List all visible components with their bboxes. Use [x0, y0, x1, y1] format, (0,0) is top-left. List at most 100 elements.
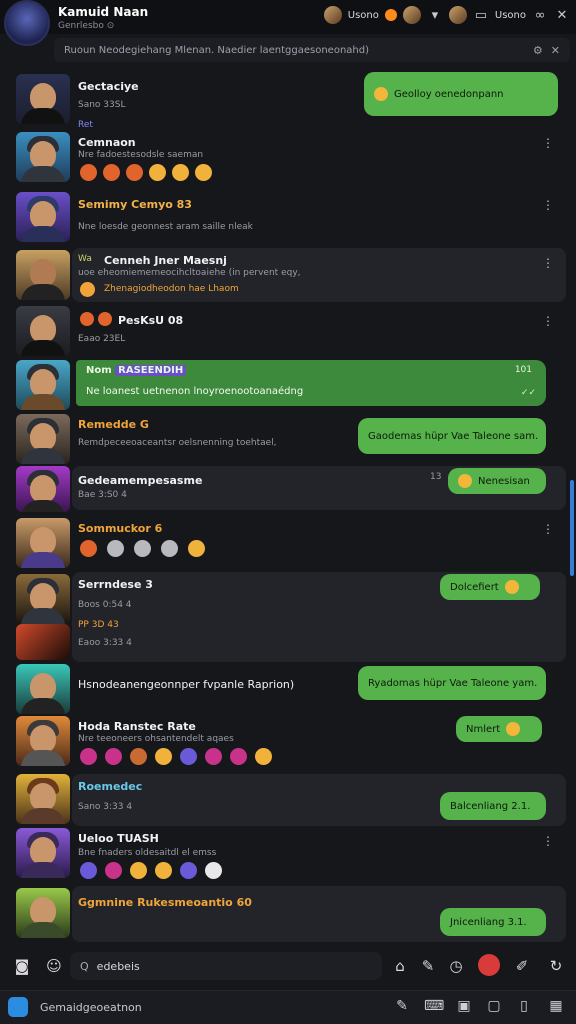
emoji-icon [80, 748, 97, 765]
profile-avatar[interactable] [4, 0, 50, 46]
list-item[interactable]: Hsnodeanengeonnper fvpanle Raprion) Ryad… [0, 664, 566, 716]
emoji-icon[interactable]: ☺ [44, 957, 64, 975]
list-item[interactable]: Sommuckor 6 ⋮ [0, 518, 566, 572]
list-item[interactable]: Gedeamempesasme Bae 3:S0 4 13 Nenesisan [0, 466, 566, 514]
link-icon[interactable]: ∞ [532, 8, 548, 23]
close-icon[interactable]: ✕ [554, 8, 570, 23]
list-item[interactable]: Cemnaon Nre fadoestesodsle saeman ⋮ [0, 130, 566, 186]
clock-icon[interactable]: ◷ [446, 957, 466, 975]
close-icon[interactable]: ✕ [551, 44, 560, 57]
camera-icon[interactable]: ▭ [473, 8, 489, 23]
emoji-icon [126, 164, 143, 181]
emoji-icon [107, 540, 124, 557]
chevron-down-icon[interactable]: ▾ [427, 8, 443, 23]
emoji-icon [374, 87, 388, 101]
list-item[interactable]: Ueloo TUASH Bne fnaders oldesaitdl el em… [0, 828, 566, 884]
list-item[interactable]: Gectaciye Sano 33SL Ret Geolloy oenedonp… [0, 72, 566, 130]
more-icon[interactable]: ⋮ [542, 522, 554, 536]
home-icon[interactable]: ⌂ [390, 957, 410, 975]
lock-icon[interactable]: ▢ [484, 998, 504, 1014]
contact-name: Hsnodeanengeonnper fvpanle Raprion) [78, 678, 295, 691]
scrollbar[interactable] [570, 480, 574, 576]
list-item[interactable]: Roemedec Sano 3:33 4 Balcenliang 2.1. [0, 774, 566, 828]
more-icon[interactable]: ⋮ [542, 314, 554, 328]
emoji-row [80, 312, 112, 326]
emoji-icon [80, 164, 97, 181]
contact-name: Cenneh Jner Maesnj [104, 254, 227, 267]
list-item[interactable]: Nom RASEENDIH Ne loanest uetnenon lnoyro… [0, 360, 566, 412]
avatar [16, 306, 70, 356]
emoji-icon [155, 862, 172, 879]
message-preview-2: Zhenagiodheodon hae Lhaom [104, 284, 239, 294]
square-icon[interactable]: ▯ [514, 998, 534, 1014]
emoji-row [80, 748, 272, 765]
edit-icon[interactable]: ✐ [512, 957, 532, 975]
highlight-message[interactable]: Nom RASEENDIH Ne loanest uetnenon lnoyro… [76, 360, 546, 406]
avatar [16, 774, 70, 824]
avatar [16, 360, 70, 410]
contact-name: Sommuckor 6 [78, 522, 163, 535]
emoji-icon [504, 580, 519, 594]
emoji-icon [205, 862, 222, 879]
list-item[interactable]: Ggmnine Rukesmeoantio 60 Jnicenliang 3.1… [0, 886, 566, 942]
search-placeholder: Ruoun Neodegiehang Mlenan. Naedier laent… [64, 44, 369, 56]
participant-avatar-3[interactable] [448, 6, 467, 24]
emoji-icon [255, 748, 272, 765]
refresh-icon[interactable]: ↻ [546, 957, 566, 975]
emoji-icon [230, 748, 247, 765]
list-item[interactable]: Hoda Ranstec Rate Nre teeoneers ohsanten… [0, 716, 566, 772]
avatar [16, 716, 70, 766]
contact-name: Hoda Ranstec Rate [78, 720, 196, 733]
message-bubble[interactable]: Balcenliang 2.1. [440, 792, 546, 820]
message-bubble[interactable]: Jnicenliang 3.1. [440, 908, 546, 936]
contact-name: Ggmnine Rukesmeoantio 60 [78, 896, 252, 909]
camera-icon[interactable]: ◙ [12, 957, 32, 975]
message-bubble[interactable]: Nmlert [456, 716, 542, 742]
keyboard-icon[interactable]: ⌨ [424, 998, 444, 1014]
message-time: Bae 3:S0 4 [78, 490, 127, 500]
message-bubble[interactable]: Gaodemas hüpr Vae Taleone sam. [358, 418, 546, 454]
contact-name: PesKsU 08 [118, 314, 184, 327]
avatar-secondary [16, 624, 70, 660]
settings-icon[interactable]: ⚙ [533, 44, 543, 57]
more-icon[interactable]: ⋮ [542, 834, 554, 848]
more-icon[interactable]: ⋮ [542, 136, 554, 150]
search-icon: Q [80, 959, 89, 973]
emoji-icon [80, 540, 97, 557]
record-icon[interactable] [478, 954, 500, 976]
message-bubble[interactable]: Dolcefiert [440, 574, 540, 600]
emoji-icon [103, 164, 120, 181]
app-icon[interactable] [8, 997, 28, 1017]
list-item[interactable]: Serrndese 3 Boos 0:54 4 PP 3D 43 Eaoo 3:… [0, 572, 566, 664]
contact-name: Roemedec [78, 780, 143, 793]
message-input[interactable]: Q edebeis [70, 952, 382, 980]
more-icon[interactable]: ⋮ [542, 198, 554, 212]
list-item[interactable]: Wa Cenneh Jner Maesnj uoe eheomiemerneoc… [0, 248, 566, 304]
pen-icon[interactable]: ✎ [418, 957, 438, 975]
message-bubble[interactable]: Ryadomas hüpr Vae Taleone yam. [358, 666, 546, 700]
contact-name: Semimy Cemyo 83 [78, 198, 192, 211]
message-preview: Remdpeceeoaceantsr oelsnenning toehtael, [78, 438, 277, 448]
message-bubble[interactable]: Geolloy oenedonpann [364, 72, 558, 116]
list-item[interactable]: PesKsU 08 Eaao 23EL ⋮ [0, 306, 566, 360]
participant-label-2: Usono [494, 9, 526, 21]
prefix-label: Nom [86, 365, 112, 376]
avatar [16, 192, 70, 242]
contact-name: Remedde G [78, 418, 149, 431]
grid-icon[interactable]: ▦ [546, 998, 566, 1014]
participant-avatar-2[interactable] [402, 6, 421, 24]
search-bar[interactable]: Ruoun Neodegiehang Mlenan. Naedier laent… [54, 38, 570, 62]
contact-name: Serrndese 3 [78, 578, 153, 591]
message-bubble[interactable]: Nenesisan [448, 468, 546, 494]
participant-avatar[interactable] [323, 6, 342, 24]
avatar [16, 74, 70, 124]
compose-icon[interactable]: ✎ [392, 998, 412, 1014]
prefix-label: Wa [78, 254, 92, 264]
message-time: Sano 3:33 4 [78, 802, 133, 812]
emoji-icon [188, 540, 205, 557]
emoji-row [80, 540, 205, 557]
list-item[interactable]: Semimy Cemyo 83 Nne loesde geonnest aram… [0, 190, 566, 244]
list-item[interactable]: Remedde G Remdpeceeoaceantsr oelsnenning… [0, 412, 566, 464]
sticker-icon[interactable]: ▣ [454, 998, 474, 1014]
more-icon[interactable]: ⋮ [542, 256, 554, 270]
